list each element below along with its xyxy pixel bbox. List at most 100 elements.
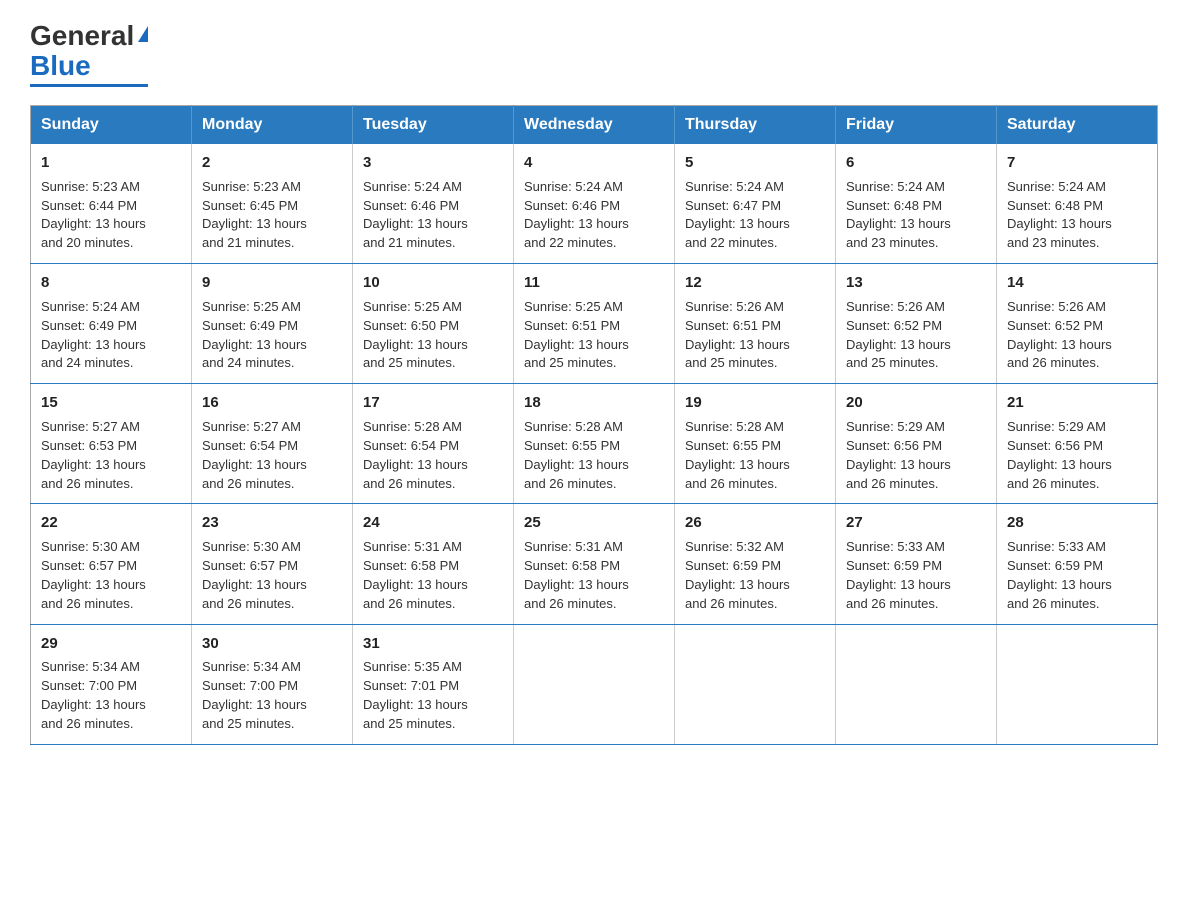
day-info: Sunrise: 5:34 AMSunset: 7:00 PMDaylight:… xyxy=(202,659,307,731)
calendar-day-cell: 9 Sunrise: 5:25 AMSunset: 6:49 PMDaylight… xyxy=(192,264,353,384)
calendar-table: SundayMondayTuesdayWednesdayThursdayFrid… xyxy=(30,105,1158,745)
day-number: 10 xyxy=(363,272,503,294)
calendar-day-cell: 25 Sunrise: 5:31 AMSunset: 6:58 PMDayligh… xyxy=(514,504,675,624)
logo-underline xyxy=(30,84,148,87)
calendar-day-cell: 4 Sunrise: 5:24 AMSunset: 6:46 PMDaylight… xyxy=(514,144,675,264)
day-info: Sunrise: 5:24 AMSunset: 6:46 PMDaylight:… xyxy=(363,179,468,251)
calendar-day-cell: 14 Sunrise: 5:26 AMSunset: 6:52 PMDayligh… xyxy=(997,264,1158,384)
day-number: 11 xyxy=(524,272,664,294)
weekday-header-friday: Friday xyxy=(836,106,997,145)
day-info: Sunrise: 5:31 AMSunset: 6:58 PMDaylight:… xyxy=(524,539,629,611)
logo-general-text: General xyxy=(30,20,134,52)
calendar-day-cell: 10 Sunrise: 5:25 AMSunset: 6:50 PMDayligh… xyxy=(353,264,514,384)
calendar-week-row: 22Sunrise: 5:30 AMSunset: 6:57 PMDayligh… xyxy=(31,504,1158,624)
weekday-header-wednesday: Wednesday xyxy=(514,106,675,145)
calendar-day-cell: 28 Sunrise: 5:33 AMSunset: 6:59 PMDayligh… xyxy=(997,504,1158,624)
calendar-day-cell: 19 Sunrise: 5:28 AMSunset: 6:55 PMDayligh… xyxy=(675,384,836,504)
day-number: 7 xyxy=(1007,152,1147,174)
calendar-day-cell xyxy=(675,624,836,744)
day-number: 8 xyxy=(41,272,181,294)
calendar-day-cell xyxy=(997,624,1158,744)
day-info: Sunrise: 5:28 AMSunset: 6:55 PMDaylight:… xyxy=(524,419,629,491)
day-info: Sunrise: 5:32 AMSunset: 6:59 PMDaylight:… xyxy=(685,539,790,611)
logo-text: General xyxy=(30,20,148,52)
day-info: Sunrise: 5:33 AMSunset: 6:59 PMDaylight:… xyxy=(846,539,951,611)
day-info: Sunrise: 5:24 AMSunset: 6:47 PMDaylight:… xyxy=(685,179,790,251)
calendar-day-cell: 17Sunrise: 5:28 AMSunset: 6:54 PMDayligh… xyxy=(353,384,514,504)
day-number: 3 xyxy=(363,152,503,174)
day-number: 21 xyxy=(1007,392,1147,414)
day-info: Sunrise: 5:27 AMSunset: 6:53 PMDaylight:… xyxy=(41,419,146,491)
day-info: Sunrise: 5:35 AMSunset: 7:01 PMDaylight:… xyxy=(363,659,468,731)
weekday-header-tuesday: Tuesday xyxy=(353,106,514,145)
day-info: Sunrise: 5:26 AMSunset: 6:52 PMDaylight:… xyxy=(1007,299,1112,371)
day-number: 31 xyxy=(363,633,503,655)
day-number: 4 xyxy=(524,152,664,174)
calendar-week-row: 15 Sunrise: 5:27 AMSunset: 6:53 PMDayligh… xyxy=(31,384,1158,504)
day-number: 20 xyxy=(846,392,986,414)
calendar-day-cell: 5Sunrise: 5:24 AMSunset: 6:47 PMDaylight… xyxy=(675,144,836,264)
calendar-day-cell: 26Sunrise: 5:32 AMSunset: 6:59 PMDayligh… xyxy=(675,504,836,624)
weekday-header-monday: Monday xyxy=(192,106,353,145)
day-info: Sunrise: 5:25 AMSunset: 6:49 PMDaylight:… xyxy=(202,299,307,371)
day-number: 17 xyxy=(363,392,503,414)
calendar-day-cell: 8 Sunrise: 5:24 AMSunset: 6:49 PMDaylight… xyxy=(31,264,192,384)
calendar-day-cell: 6Sunrise: 5:24 AMSunset: 6:48 PMDaylight… xyxy=(836,144,997,264)
day-info: Sunrise: 5:25 AMSunset: 6:51 PMDaylight:… xyxy=(524,299,629,371)
day-number: 19 xyxy=(685,392,825,414)
header: General Blue xyxy=(30,20,1158,87)
calendar-day-cell: 13Sunrise: 5:26 AMSunset: 6:52 PMDayligh… xyxy=(836,264,997,384)
weekday-header-saturday: Saturday xyxy=(997,106,1158,145)
day-number: 28 xyxy=(1007,512,1147,534)
day-info: Sunrise: 5:33 AMSunset: 6:59 PMDaylight:… xyxy=(1007,539,1112,611)
calendar-day-cell xyxy=(514,624,675,744)
calendar-week-row: 1 Sunrise: 5:23 AMSunset: 6:44 PMDaylight… xyxy=(31,144,1158,264)
calendar-week-row: 29 Sunrise: 5:34 AMSunset: 7:00 PMDayligh… xyxy=(31,624,1158,744)
calendar-day-cell: 21 Sunrise: 5:29 AMSunset: 6:56 PMDayligh… xyxy=(997,384,1158,504)
calendar-day-cell: 15 Sunrise: 5:27 AMSunset: 6:53 PMDayligh… xyxy=(31,384,192,504)
day-number: 12 xyxy=(685,272,825,294)
day-number: 18 xyxy=(524,392,664,414)
day-info: Sunrise: 5:30 AMSunset: 6:57 PMDaylight:… xyxy=(202,539,307,611)
calendar-day-cell: 22Sunrise: 5:30 AMSunset: 6:57 PMDayligh… xyxy=(31,504,192,624)
logo-blue-text: Blue xyxy=(30,50,91,81)
calendar-day-cell: 29 Sunrise: 5:34 AMSunset: 7:00 PMDayligh… xyxy=(31,624,192,744)
day-info: Sunrise: 5:24 AMSunset: 6:46 PMDaylight:… xyxy=(524,179,629,251)
day-number: 2 xyxy=(202,152,342,174)
day-info: Sunrise: 5:27 AMSunset: 6:54 PMDaylight:… xyxy=(202,419,307,491)
day-info: Sunrise: 5:30 AMSunset: 6:57 PMDaylight:… xyxy=(41,539,146,611)
day-number: 30 xyxy=(202,633,342,655)
day-info: Sunrise: 5:23 AMSunset: 6:44 PMDaylight:… xyxy=(41,179,146,251)
day-info: Sunrise: 5:24 AMSunset: 6:49 PMDaylight:… xyxy=(41,299,146,371)
day-number: 24 xyxy=(363,512,503,534)
weekday-header-row: SundayMondayTuesdayWednesdayThursdayFrid… xyxy=(31,106,1158,145)
day-number: 6 xyxy=(846,152,986,174)
day-number: 16 xyxy=(202,392,342,414)
calendar-day-cell: 3 Sunrise: 5:24 AMSunset: 6:46 PMDaylight… xyxy=(353,144,514,264)
calendar-day-cell: 24 Sunrise: 5:31 AMSunset: 6:58 PMDayligh… xyxy=(353,504,514,624)
calendar-week-row: 8 Sunrise: 5:24 AMSunset: 6:49 PMDaylight… xyxy=(31,264,1158,384)
calendar-day-cell: 12 Sunrise: 5:26 AMSunset: 6:51 PMDayligh… xyxy=(675,264,836,384)
day-number: 14 xyxy=(1007,272,1147,294)
day-info: Sunrise: 5:34 AMSunset: 7:00 PMDaylight:… xyxy=(41,659,146,731)
day-number: 27 xyxy=(846,512,986,534)
day-number: 9 xyxy=(202,272,342,294)
day-info: Sunrise: 5:28 AMSunset: 6:55 PMDaylight:… xyxy=(685,419,790,491)
calendar-day-cell: 1 Sunrise: 5:23 AMSunset: 6:44 PMDaylight… xyxy=(31,144,192,264)
calendar-day-cell: 30 Sunrise: 5:34 AMSunset: 7:00 PMDayligh… xyxy=(192,624,353,744)
calendar-day-cell: 20Sunrise: 5:29 AMSunset: 6:56 PMDayligh… xyxy=(836,384,997,504)
day-number: 25 xyxy=(524,512,664,534)
calendar-day-cell: 27 Sunrise: 5:33 AMSunset: 6:59 PMDayligh… xyxy=(836,504,997,624)
day-number: 1 xyxy=(41,152,181,174)
weekday-header-sunday: Sunday xyxy=(31,106,192,145)
day-info: Sunrise: 5:29 AMSunset: 6:56 PMDaylight:… xyxy=(1007,419,1112,491)
day-info: Sunrise: 5:31 AMSunset: 6:58 PMDaylight:… xyxy=(363,539,468,611)
calendar-day-cell: 11 Sunrise: 5:25 AMSunset: 6:51 PMDayligh… xyxy=(514,264,675,384)
logo-triangle-icon xyxy=(138,26,148,42)
day-number: 15 xyxy=(41,392,181,414)
day-info: Sunrise: 5:25 AMSunset: 6:50 PMDaylight:… xyxy=(363,299,468,371)
calendar-day-cell xyxy=(836,624,997,744)
day-number: 29 xyxy=(41,633,181,655)
calendar-day-cell: 18 Sunrise: 5:28 AMSunset: 6:55 PMDayligh… xyxy=(514,384,675,504)
day-info: Sunrise: 5:26 AMSunset: 6:51 PMDaylight:… xyxy=(685,299,790,371)
